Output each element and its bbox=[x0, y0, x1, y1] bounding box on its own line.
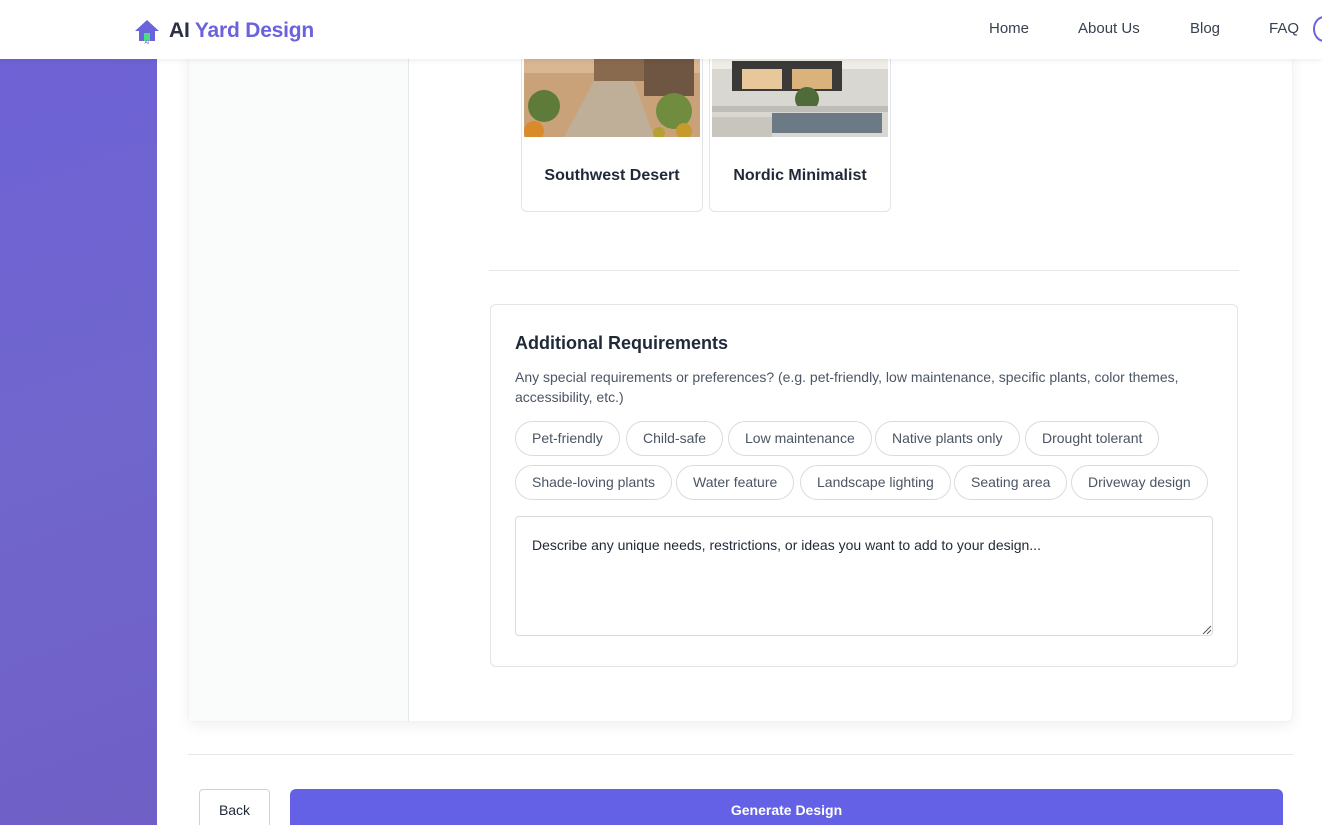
chip-driveway-design[interactable]: Driveway design bbox=[1071, 465, 1208, 500]
logo-text: AI Yard Design bbox=[169, 19, 314, 43]
chip-shade-loving-plants[interactable]: Shade-loving plants bbox=[515, 465, 672, 500]
chip-water-feature[interactable]: Water feature bbox=[676, 465, 795, 500]
style-card-southwest-desert[interactable]: Southwest Desert bbox=[521, 40, 703, 212]
requirements-textarea[interactable]: Describe any unique needs, restrictions,… bbox=[515, 516, 1213, 636]
chip-landscape-lighting[interactable]: Landscape lighting bbox=[800, 465, 951, 500]
style-label: Nordic Minimalist bbox=[733, 167, 867, 184]
main-content: Southwest Desert Nordic Minimalist Addit… bbox=[157, 40, 1322, 825]
side-background bbox=[0, 59, 157, 825]
style-label: Southwest Desert bbox=[544, 167, 680, 184]
nav-faq[interactable]: FAQ bbox=[1269, 20, 1299, 37]
section-description: Any special requirements or preferences?… bbox=[515, 369, 1179, 405]
logo-ai: AI bbox=[169, 19, 190, 42]
chip-native-plants-only[interactable]: Native plants only bbox=[875, 421, 1020, 456]
logo[interactable]: AI AI Yard Design bbox=[133, 17, 314, 46]
style-card-nordic-minimalist[interactable]: Nordic Minimalist bbox=[709, 40, 891, 212]
nav-blog[interactable]: Blog bbox=[1190, 20, 1220, 37]
chip-drought-tolerant[interactable]: Drought tolerant bbox=[1025, 421, 1160, 456]
nav-home[interactable]: Home bbox=[989, 20, 1029, 37]
back-button[interactable]: Back bbox=[199, 789, 270, 825]
nav-about-us[interactable]: About Us bbox=[1078, 20, 1140, 37]
chip-low-maintenance[interactable]: Low maintenance bbox=[728, 421, 872, 456]
top-header: AI AI Yard Design Home About Us Blog FAQ bbox=[0, 0, 1322, 59]
chip-child-safe[interactable]: Child-safe bbox=[626, 421, 724, 456]
svg-text:AI: AI bbox=[145, 40, 150, 45]
steps-sidebar bbox=[189, 50, 409, 721]
logo-yard-design: Yard Design bbox=[194, 19, 315, 42]
section-divider bbox=[489, 270, 1239, 271]
chip-pet-friendly[interactable]: Pet-friendly bbox=[515, 421, 620, 456]
chip-seating-area[interactable]: Seating area bbox=[954, 465, 1068, 500]
house-logo-icon: AI bbox=[133, 17, 161, 46]
nordic-minimalist-image bbox=[712, 51, 888, 137]
resize-grip-icon[interactable] bbox=[1202, 625, 1212, 635]
section-title: Additional Requirements bbox=[515, 333, 729, 353]
additional-requirements-section: Additional Requirements Any special requ… bbox=[490, 304, 1238, 667]
generate-design-button[interactable]: Generate Design bbox=[290, 789, 1283, 825]
wizard-card: Southwest Desert Nordic Minimalist Addit… bbox=[188, 40, 1293, 722]
southwest-desert-image bbox=[524, 51, 700, 137]
footer-divider bbox=[188, 754, 1293, 755]
globe-icon[interactable] bbox=[1313, 16, 1322, 42]
